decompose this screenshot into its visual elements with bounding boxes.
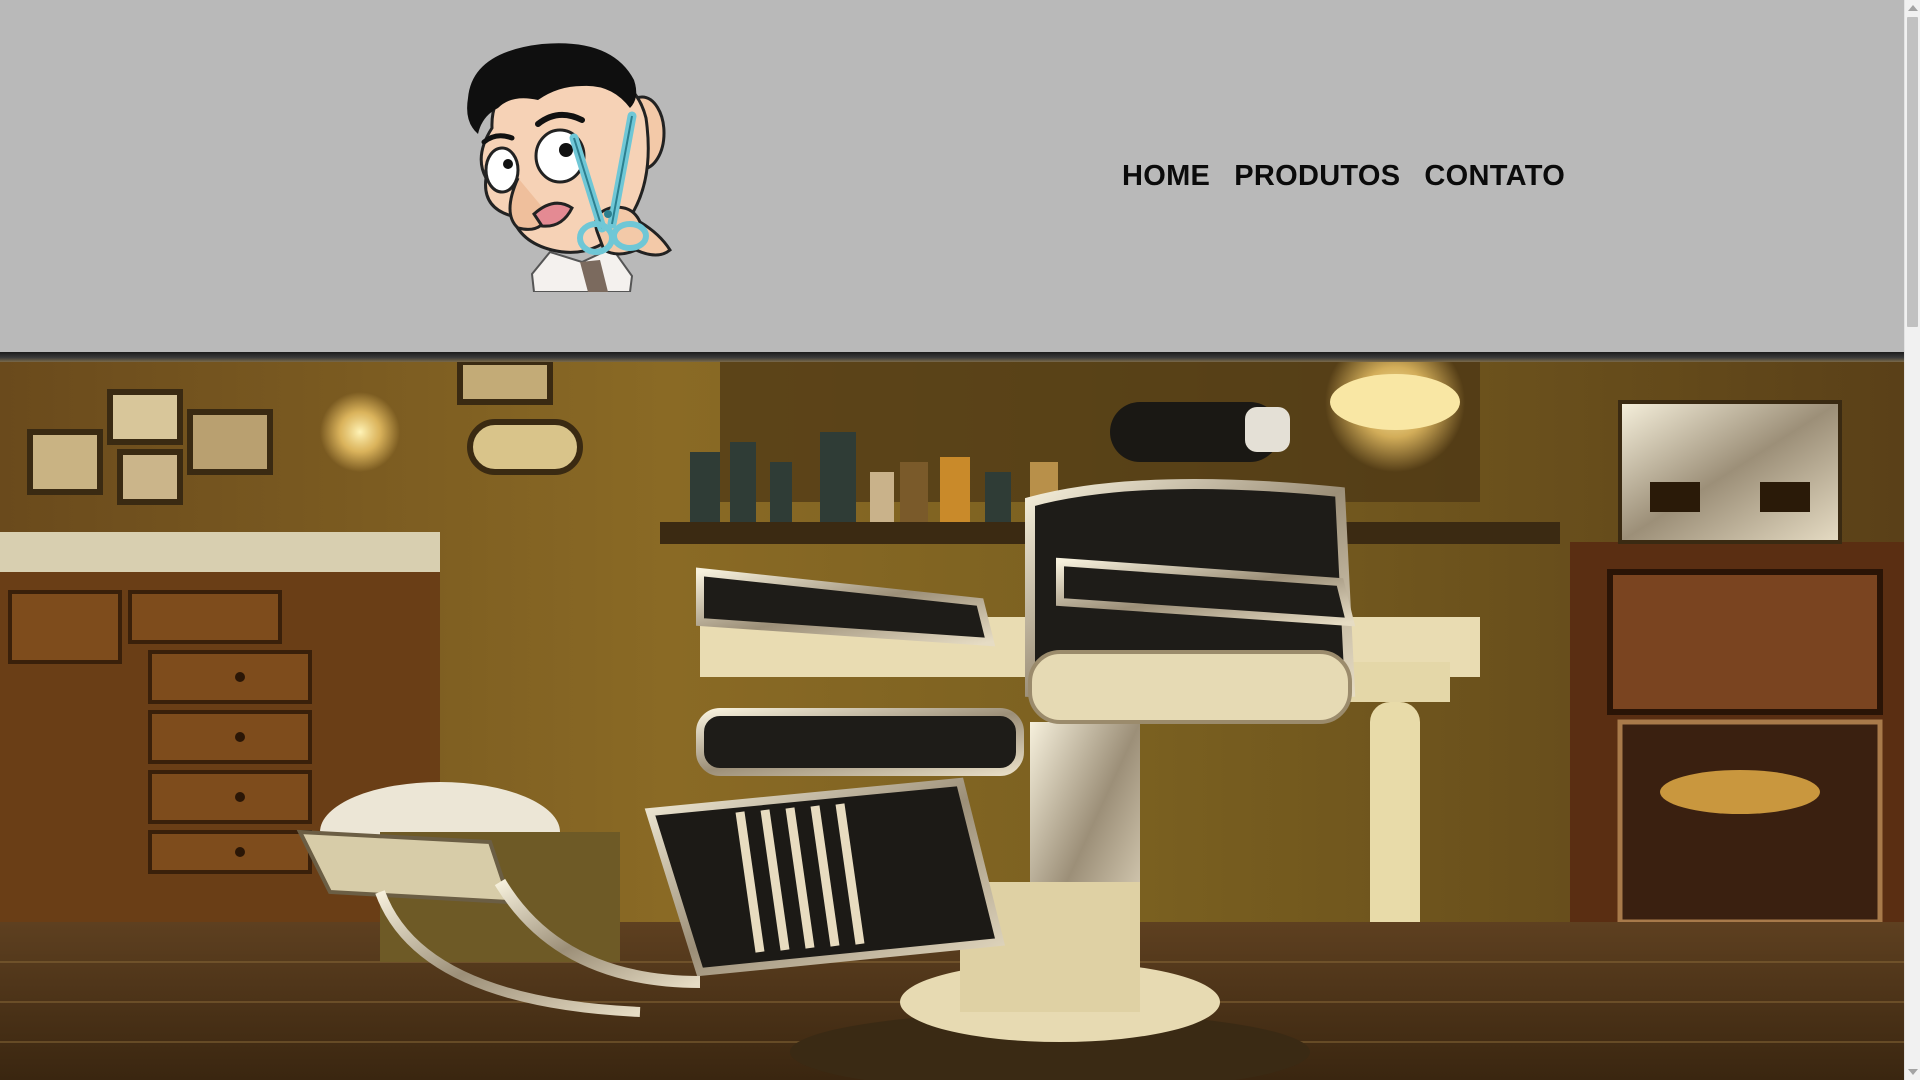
- barber-cartoon-logo-icon: [467, 43, 672, 293]
- main-nav: HOME PRODUTOS CONTATO: [1122, 158, 1565, 194]
- nav-produtos-link[interactable]: PRODUTOS: [1234, 158, 1400, 194]
- nav-home-link[interactable]: HOME: [1122, 158, 1210, 194]
- vertical-scrollbar[interactable]: [1904, 0, 1920, 1080]
- page: HOME PRODUTOS CONTATO: [0, 0, 1904, 1080]
- hero-banner: [0, 362, 1904, 1080]
- barber-shop-hero-image: [0, 362, 1904, 1080]
- scrollbar-thumb[interactable]: [1907, 17, 1918, 327]
- arrow-up-icon[interactable]: [1908, 5, 1918, 11]
- site-header: HOME PRODUTOS CONTATO: [0, 0, 1904, 352]
- header-divider: [0, 352, 1904, 362]
- arrow-down-icon[interactable]: [1908, 1069, 1918, 1075]
- nav-contato-link[interactable]: CONTATO: [1424, 158, 1565, 194]
- site-logo[interactable]: [462, 38, 682, 293]
